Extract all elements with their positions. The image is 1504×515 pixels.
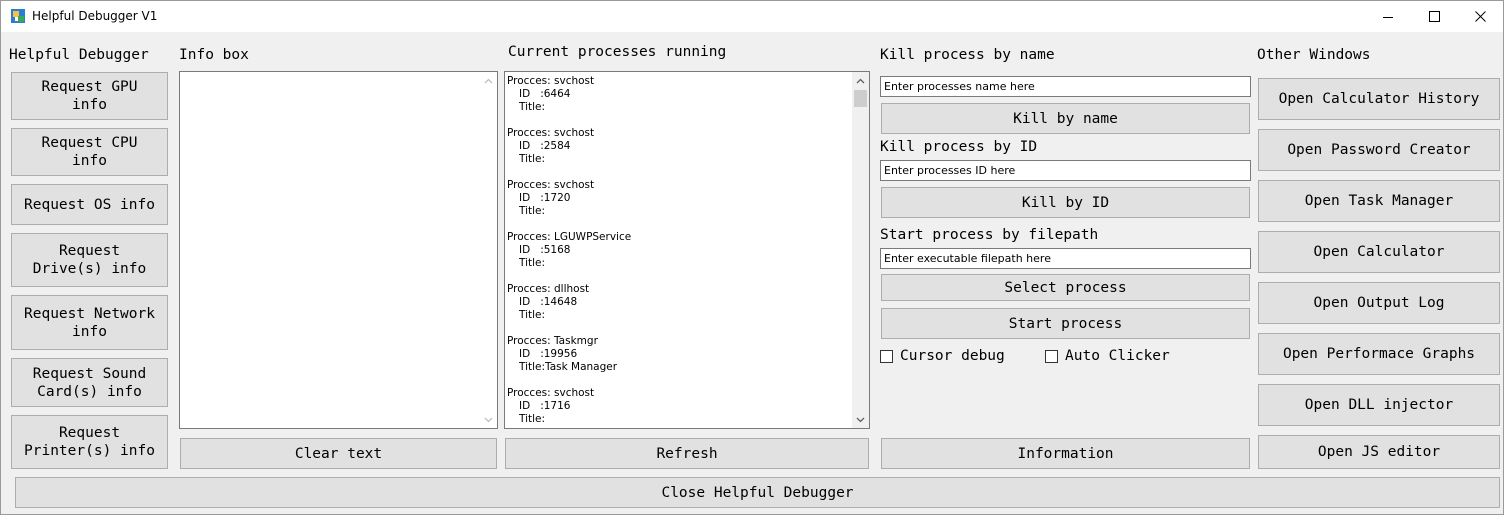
process-id-line: ID :2584 [519, 140, 571, 152]
open-calculator-history-button[interactable]: Open Calculator History [1258, 78, 1500, 120]
minimize-icon [1383, 16, 1393, 18]
other-windows-heading: Other Windows [1257, 47, 1371, 63]
process-name-input[interactable]: Enter processes name here [880, 76, 1251, 97]
window-title: Helpful Debugger V1 [32, 9, 158, 23]
close-helpful-debugger-button[interactable]: Close Helpful Debugger [15, 477, 1500, 508]
process-list-item[interactable]: Procces: svchost ID :1720 Title: [507, 179, 852, 231]
process-id-line: ID :5168 [519, 244, 571, 256]
process-list-item[interactable]: Procces: svchost ID :1716 Title: [507, 387, 852, 423]
info-box-scrollbar[interactable] [480, 72, 497, 428]
process-list-item[interactable]: Procces: LGUWPService ID :5168 Title: [507, 231, 852, 283]
process-title-line: Title: [519, 309, 546, 321]
process-id-line: ID :1716 [519, 400, 571, 412]
process-list-item[interactable]: Procces: Taskmgr ID :19956 Title:Task Mana… [507, 335, 852, 387]
kill-by-name-heading: Kill process by name [880, 47, 1055, 63]
process-title-line: Title: [519, 101, 546, 113]
info-box-textarea[interactable] [179, 71, 498, 429]
open-dll-injector-button[interactable]: Open DLL injector [1258, 384, 1500, 426]
filepath-input[interactable]: Enter executable filepath here [880, 248, 1251, 269]
scroll-up-icon[interactable] [852, 72, 869, 89]
start-process-button[interactable]: Start process [881, 308, 1250, 339]
kill-by-id-button[interactable]: Kill by ID [881, 187, 1250, 218]
scroll-up-icon[interactable] [480, 72, 497, 89]
open-task-manager-button[interactable]: Open Task Manager [1258, 180, 1500, 222]
process-name-line: Procces: svchost [507, 127, 595, 139]
request-drives-info-button[interactable]: Request Drive(s) info [11, 233, 168, 287]
open-performance-graphs-button[interactable]: Open Performace Graphs [1258, 333, 1500, 375]
process-title-line: Title: [519, 413, 546, 423]
close-window-button[interactable] [1457, 1, 1503, 32]
kill-by-name-button[interactable]: Kill by name [881, 103, 1250, 134]
minimize-button-area[interactable] [1365, 1, 1411, 32]
scrollbar-thumb[interactable] [854, 90, 867, 107]
process-id-line: ID :14648 [519, 296, 578, 308]
request-printers-info-button[interactable]: Request Printer(s) info [11, 415, 168, 469]
request-os-info-button[interactable]: Request OS info [11, 184, 168, 225]
cursor-debug-checkbox[interactable]: Cursor debug [880, 348, 1005, 364]
request-cpu-info-button[interactable]: Request CPU info [11, 128, 168, 176]
checkbox-icon[interactable] [1045, 349, 1058, 363]
close-icon [1474, 11, 1486, 22]
information-button[interactable]: Information [881, 438, 1250, 469]
process-name-line: Procces: LGUWPService [507, 231, 632, 243]
info-box-heading: Info box [179, 47, 249, 63]
processes-heading: Current processes running [508, 44, 727, 60]
title-bar[interactable]: Helpful Debugger V1 [1, 1, 1503, 32]
request-sound-card-info-button[interactable]: Request Sound Card(s) info [11, 358, 168, 407]
request-gpu-info-button[interactable]: Request GPU info [11, 72, 168, 120]
process-id-line: ID :6464 [519, 88, 571, 100]
open-password-creator-button[interactable]: Open Password Creator [1258, 129, 1500, 171]
process-title-line: Title: [519, 205, 546, 217]
scroll-down-icon[interactable] [852, 411, 869, 428]
open-output-log-button[interactable]: Open Output Log [1258, 282, 1500, 324]
maximize-button[interactable] [1411, 1, 1457, 32]
open-calculator-button[interactable]: Open Calculator [1258, 231, 1500, 273]
process-name-line: Procces: svchost [507, 75, 595, 87]
checkbox-icon[interactable] [880, 349, 893, 363]
select-process-button[interactable]: Select process [881, 274, 1250, 301]
process-title-line: Title:Task Manager [519, 361, 618, 373]
start-process-heading: Start process by filepath [880, 227, 1099, 243]
process-title-line: Title: [519, 257, 546, 269]
auto-clicker-checkbox[interactable]: Auto Clicker [1045, 348, 1170, 364]
clear-text-button[interactable]: Clear text [180, 438, 497, 469]
process-name-line: Procces: svchost [507, 387, 595, 399]
process-list-item[interactable]: Procces: svchost ID :6464 Title: [507, 75, 852, 127]
process-id-input[interactable]: Enter processes ID here [880, 160, 1251, 181]
open-js-editor-button[interactable]: Open JS editor [1258, 435, 1500, 469]
debugger-app-icon [10, 8, 26, 24]
process-list: Procces: svchost ID :6464 Title: Procces: s… [507, 75, 852, 423]
main-window: Helpful Debugger V1 Helpful Debugger Req… [0, 0, 1504, 515]
cursor-debug-label: Cursor debug [900, 348, 1005, 364]
scroll-down-icon[interactable] [480, 411, 497, 428]
process-name-line: Procces: svchost [507, 179, 595, 191]
refresh-button[interactable]: Refresh [505, 438, 869, 469]
process-name-line: Procces: Taskmgr [507, 335, 598, 347]
auto-clicker-label: Auto Clicker [1065, 348, 1170, 364]
request-network-info-button[interactable]: Request Network info [11, 295, 168, 350]
process-name-line: Procces: dllhost [507, 283, 590, 295]
maximize-icon [1428, 11, 1440, 22]
left-panel-heading: Helpful Debugger [9, 47, 149, 63]
process-id-line: ID :19956 [519, 348, 578, 360]
process-title-line: Title: [519, 153, 546, 165]
process-list-box[interactable]: Procces: svchost ID :6464 Title: Procces: s… [504, 71, 870, 429]
process-id-line: ID :1720 [519, 192, 571, 204]
process-list-item[interactable]: Procces: svchost ID :2584 Title: [507, 127, 852, 179]
kill-by-id-heading: Kill process by ID [880, 139, 1038, 155]
process-list-item[interactable]: Procces: dllhost ID :14648 Title: [507, 283, 852, 335]
process-list-scrollbar[interactable] [852, 72, 869, 428]
